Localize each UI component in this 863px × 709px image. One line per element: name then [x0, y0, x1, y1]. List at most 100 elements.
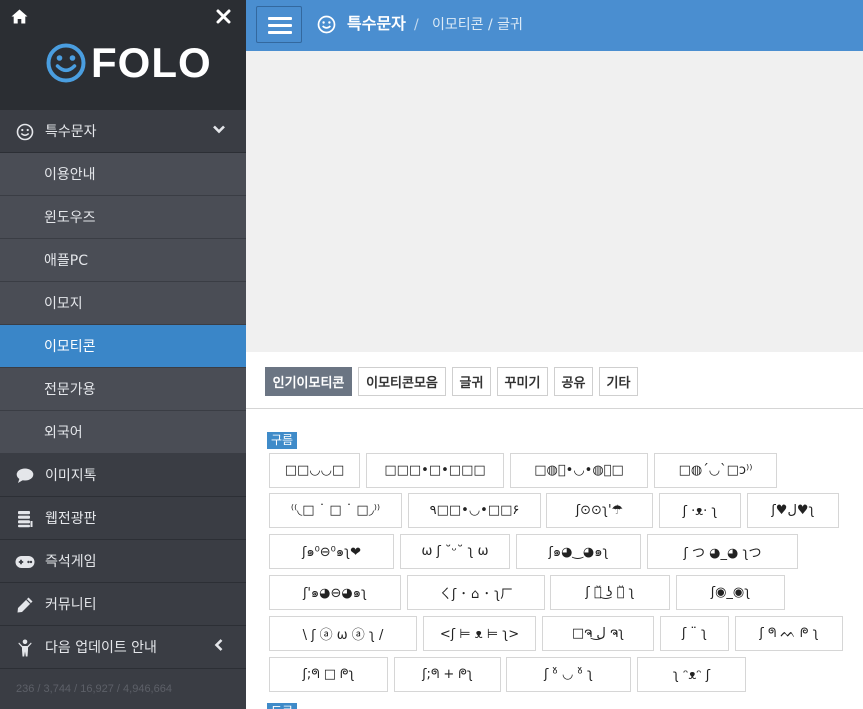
sidebar-nav: 특수문자 이용안내 윈도우즈 애플PC 이모지 이모티콘 전문가용 외국어 이미…	[0, 110, 246, 669]
emoticon-item[interactable]: □□□•□•□□□	[366, 453, 504, 488]
emoticon-item[interactable]: ʃ ᵒ̌ ◡ ᵒ̌ ʅ	[506, 657, 631, 692]
sidebar-item-label: 이미지톡	[45, 468, 97, 484]
breadcrumb-separator: /	[414, 17, 419, 33]
emoticon-item[interactable]: <ʃ ⊨ ᴥ ⊨ ʅ>	[423, 616, 536, 651]
sidebar-item-next-update[interactable]: 다음 업데이트 안내	[0, 626, 246, 669]
emoticon-item[interactable]: ʃ ᖗ ᨓ ᖘ ʅ	[735, 616, 843, 651]
sidebar-subitem-foreign[interactable]: 외국어	[0, 411, 246, 454]
sidebar-item-special-chars[interactable]: 특수문자	[0, 110, 246, 153]
emoticon-item[interactable]: ʅ ᵔᴥᵔ ʃ	[637, 657, 746, 692]
pencil-icon	[15, 595, 35, 615]
emoticon-item[interactable]: ʃ♥ل♥ʅ	[747, 493, 839, 528]
sidebar-subitem-emoticon[interactable]: 이모티콘	[0, 325, 246, 368]
page-title: 특수문자	[347, 14, 406, 33]
app-window: FOLO 특수문자 이용안내 윈도우즈 애플PC 이모지 이모티콘 전문가용 외…	[0, 0, 863, 709]
emoticon-text: □◍ृ•◡•◍ृ□	[534, 463, 624, 478]
tab-phrases[interactable]: 글귀	[452, 367, 491, 396]
sidebar-subitem-professional[interactable]: 전문가용	[0, 368, 246, 411]
emoticon-item[interactable]: ʃ ･̆ ͜ʖ ･̆ ʅ	[550, 575, 670, 610]
sidebar-item-image-talk[interactable]: 이미지톡	[0, 454, 246, 497]
tab-etc[interactable]: 기타	[599, 367, 638, 396]
top-bar: 특수문자 / 이모티콘 / 글귀	[246, 0, 863, 51]
sidebar-subitem-emoji[interactable]: 이모지	[0, 282, 246, 325]
sidebar-item-instant-game[interactable]: 즉석게임	[0, 540, 246, 583]
sidebar-item-label: 웹전광판	[45, 511, 97, 527]
logo-text: FOLO	[91, 39, 212, 86]
sidebar-item-label: 다음 업데이트 안내	[45, 640, 157, 656]
sidebar-subitem-apple-pc[interactable]: 애플PC	[0, 239, 246, 282]
tab-label: 인기이모티콘	[272, 376, 345, 391]
emoticon-item[interactable]: ʃ ¨ ʅ	[660, 616, 729, 651]
logo[interactable]: FOLO	[46, 42, 212, 84]
emoticon-item[interactable]: ʃ◉_◉ʅ	[676, 575, 785, 610]
tab-decorations[interactable]: 꾸미기	[497, 367, 548, 396]
emoticon-item[interactable]: □◍ृ•◡•◍ृ□	[510, 453, 648, 488]
emoticon-text: ʅ ᵔᴥᵔ ʃ	[672, 667, 711, 683]
sidebar-subitem-guide[interactable]: 이용안내	[0, 153, 246, 196]
hamburger-line	[268, 17, 292, 20]
sidebar-subitem-label: 애플PC	[44, 253, 88, 269]
emoticon-text: ⁽⁽◟□ ˙ □ ˙ □◞⁾⁾	[290, 503, 381, 518]
sidebar-subitem-label: 전문가용	[44, 382, 96, 398]
tab-label: 이모티콘모음	[366, 376, 438, 391]
emoticon-item[interactable]: ʃ'๑◕⊖◕๑ʅ	[269, 575, 401, 610]
emoticon-item[interactable]: ω ʃ ˘ᵕ˘ ʅ ω	[400, 534, 510, 569]
emoticon-item[interactable]: □ຈ ل͜ ຈʅ	[542, 616, 654, 651]
emoticon-text: ʃ⊙⊙ʅ'☂	[575, 503, 624, 518]
sidebar-item-web-board[interactable]: 웹전광판	[0, 497, 246, 540]
emoticon-item[interactable]: ʃ๑⁰⊖⁰๑ʅ❤	[269, 534, 394, 569]
section-label: 구름	[267, 432, 298, 449]
visitor-stats: 236 / 3,744 / 16,927 / 4,946,664	[16, 683, 172, 695]
sidebar: FOLO 특수문자 이용안내 윈도우즈 애플PC 이모지 이모티콘 전문가용 외…	[0, 0, 246, 709]
home-icon[interactable]	[11, 9, 28, 28]
section-label: 도르	[267, 703, 298, 709]
tab-label: 공유	[561, 376, 586, 391]
tab-popular-emoticons[interactable]: 인기이모티콘	[265, 367, 352, 396]
emoticon-item[interactable]: ʃ;ᖗ □ ᖘʅ	[269, 657, 388, 692]
emoticon-text: ʃ つ ◕_◕ ʅつ	[683, 546, 762, 561]
emoticon-item[interactable]: □□◡◡□	[269, 453, 360, 488]
emoticon-text: ʃ◉_◉ʅ	[710, 585, 751, 600]
emoticon-text: □ຈ ل͜ ຈʅ	[571, 626, 625, 641]
sidebar-subitem-label: 이모지	[44, 296, 83, 312]
close-icon[interactable]	[216, 9, 231, 28]
emoticon-content: 구름 □□◡◡□ □□□•□•□□□ □◍ृ•◡•◍ृ□ □◍´◡`□ɔ⁾⁾ ⁽…	[246, 409, 863, 709]
emoticon-text: \ ʃ ⓐ ω ⓐ ʅ /	[302, 628, 384, 643]
menu-button[interactable]	[256, 6, 302, 43]
emoticon-item[interactable]: ʃ๑◕‿◕๑ʅ	[516, 534, 641, 569]
emoticon-item[interactable]: ⁽⁽◟□ ˙ □ ˙ □◞⁾⁾	[269, 493, 402, 528]
emoticon-text: ʃ ·ᴥ· ʅ	[682, 503, 718, 519]
emoticon-item[interactable]: □◍´◡`□ɔ⁾⁾	[654, 453, 777, 488]
tab-label: 글귀	[459, 376, 484, 391]
sidebar-item-label: 커뮤니티	[45, 597, 97, 613]
emoticon-item[interactable]: ʃ⊙⊙ʅ'☂	[546, 493, 653, 528]
emoticon-text: ٩□□•◡•□□۶	[429, 503, 520, 518]
emoticon-item[interactable]: ʃ つ ◕_◕ ʅつ	[647, 534, 798, 569]
emoticon-item[interactable]: ㄑʃ ･ ⌂ ･ ʅㄏ	[407, 575, 545, 610]
sidebar-subitem-windows[interactable]: 윈도우즈	[0, 196, 246, 239]
emoticon-text: ʃ♥ل♥ʅ	[771, 503, 815, 518]
emoticon-item[interactable]: ٩□□•◡•□□۶	[408, 493, 541, 528]
emoticon-text: ʃ'๑◕⊖◕๑ʅ	[302, 586, 368, 601]
emoticon-text: □□◡◡□	[284, 463, 345, 478]
chevron-down-icon	[212, 122, 226, 140]
emoticon-text: ㄑʃ ･ ⌂ ･ ʅㄏ	[438, 587, 514, 602]
sidebar-item-label: 특수문자	[45, 124, 97, 140]
emoticon-text: ʃ ¨ ʅ	[681, 626, 708, 641]
hamburger-line	[268, 24, 292, 27]
emoticon-text: ʃ๑⁰⊖⁰๑ʅ❤	[301, 545, 362, 560]
emoticon-item[interactable]: ʃ;ᖗ + ᖘʅ	[394, 657, 501, 692]
emoticon-text: □◍´◡`□ɔ⁾⁾	[678, 463, 753, 478]
gamepad-icon	[15, 552, 35, 572]
breadcrumb: 이모티콘 / 글귀	[432, 17, 523, 33]
emoticon-item[interactable]: ʃ ·ᴥ· ʅ	[659, 493, 741, 528]
emoticon-text: ʃ;ᖗ + ᖘʅ	[422, 667, 473, 682]
emoticon-text: ʃ๑◕‿◕๑ʅ	[548, 545, 609, 560]
smile-icon	[15, 122, 35, 142]
emoticon-item[interactable]: \ ʃ ⓐ ω ⓐ ʅ /	[269, 616, 417, 651]
tab-share[interactable]: 공유	[554, 367, 593, 396]
sidebar-item-community[interactable]: 커뮤니티	[0, 583, 246, 626]
emoticon-text: ʃ ･̆ ͜ʖ ･̆ ʅ	[585, 585, 635, 600]
sidebar-subitem-label: 외국어	[44, 425, 83, 441]
tab-emoticon-collection[interactable]: 이모티콘모음	[358, 367, 446, 396]
